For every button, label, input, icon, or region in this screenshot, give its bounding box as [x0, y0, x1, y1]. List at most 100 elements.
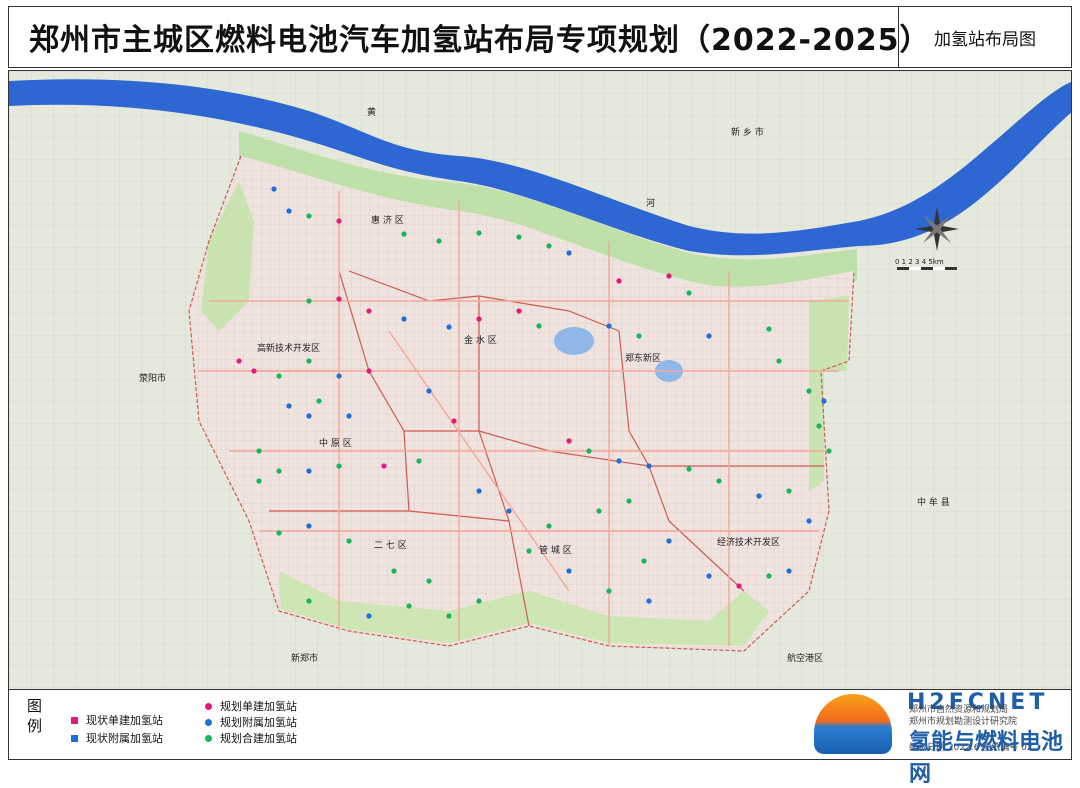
legend-label: 现状单建加氢站 [86, 714, 163, 727]
label-river-he: 河 [646, 197, 655, 209]
station-marker [476, 316, 482, 322]
station-marker [786, 568, 792, 574]
station-marker [636, 333, 642, 339]
legend-existing-standalone: 现状单建加氢站 [71, 712, 163, 728]
station-marker [626, 498, 632, 504]
legend-planned-standalone: 规划单建加氢站 [205, 698, 297, 714]
station-marker [306, 413, 312, 419]
station-marker [686, 466, 692, 472]
station-marker [286, 208, 292, 214]
station-marker [806, 518, 812, 524]
station-marker [366, 613, 372, 619]
label-jinshui: 金 水 区 [464, 334, 497, 346]
station-marker [416, 458, 422, 464]
pink-square-icon [71, 716, 78, 724]
station-marker [366, 308, 372, 314]
station-marker [426, 578, 432, 584]
station-marker [606, 588, 612, 594]
station-marker [306, 298, 312, 304]
station-marker [256, 448, 262, 454]
legend-label: 规划合建加氢站 [220, 732, 297, 745]
station-marker [826, 448, 832, 454]
station-marker [336, 296, 342, 302]
station-marker [306, 213, 312, 219]
map-canvas: 黄 河 新 乡 市 惠 济 区 金 水 区 郑东新区 高新技术开发区 荥阳市 中… [9, 71, 1071, 689]
legend-existing-attached: 现状附属加氢站 [71, 730, 163, 746]
station-marker [286, 403, 292, 409]
station-marker [616, 458, 622, 464]
station-marker [516, 234, 522, 240]
station-marker [401, 231, 407, 237]
station-marker [251, 368, 257, 374]
label-zhongyuan: 中 原 区 [319, 437, 352, 449]
legend-title: 图例 [27, 697, 43, 735]
legend-label: 规划附属加氢站 [220, 716, 297, 729]
label-gaoxin: 高新技术开发区 [257, 342, 320, 354]
station-marker [716, 478, 722, 484]
blue-dot-icon [205, 718, 212, 726]
station-marker [666, 538, 672, 544]
scale-label: 0 1 2 3 4 5km [895, 258, 944, 266]
station-marker [536, 323, 542, 329]
station-marker [476, 488, 482, 494]
label-jingkai: 经济技术开发区 [717, 536, 780, 548]
label-erqi: 二 七 区 [374, 540, 407, 551]
station-marker [686, 290, 692, 296]
watermark-logo-icon [814, 694, 892, 754]
label-xinxiang: 新 乡 市 [731, 126, 764, 138]
watermark-cn: 氢能与燃料电池网 [909, 730, 1064, 787]
station-marker [436, 238, 442, 244]
pink-dot-icon [205, 702, 212, 710]
station-marker [306, 358, 312, 364]
label-xinzheng: 新郑市 [291, 652, 318, 664]
station-marker [346, 413, 352, 419]
station-marker [776, 358, 782, 364]
station-marker [516, 308, 522, 314]
station-marker [646, 463, 652, 469]
station-marker [756, 493, 762, 499]
green-dot-icon [205, 734, 212, 742]
station-marker [641, 558, 647, 564]
map-subtitle: 加氢站布局图 [934, 30, 1036, 50]
legend-label: 规划单建加氢站 [220, 700, 297, 713]
station-marker [816, 423, 822, 429]
station-marker [476, 598, 482, 604]
title-bar: 郑州市主城区燃料电池汽车加氢站布局专项规划（2022-2025） 加氢站布局图 [8, 6, 1072, 68]
station-marker [391, 568, 397, 574]
station-marker [451, 418, 457, 424]
station-marker [336, 218, 342, 224]
blue-square-icon [71, 734, 78, 742]
station-marker [616, 278, 622, 284]
station-marker [646, 598, 652, 604]
station-marker [566, 438, 572, 444]
map-panel: 黄 河 新 乡 市 惠 济 区 金 水 区 郑东新区 高新技术开发区 荥阳市 中… [8, 70, 1072, 690]
station-marker [506, 508, 512, 514]
station-marker [766, 326, 772, 332]
station-marker [256, 478, 262, 484]
station-marker [236, 358, 242, 364]
label-hangkonggang: 航空港区 [787, 652, 823, 664]
station-marker [736, 583, 742, 589]
station-marker [706, 333, 712, 339]
station-marker [271, 186, 277, 192]
label-huiji: 惠 济 区 [371, 214, 404, 226]
station-marker [306, 523, 312, 529]
station-marker [666, 273, 672, 279]
station-marker [276, 530, 282, 536]
station-marker [806, 388, 812, 394]
station-marker [446, 324, 452, 330]
station-marker [706, 573, 712, 579]
legend-footer: 图例 现状单建加氢站 现状附属加氢站 规划单建加氢站 规划附属加氢站 规划合建加… [8, 690, 1072, 787]
station-marker [446, 613, 452, 619]
label-xingyang: 荥阳市 [139, 372, 166, 384]
subtitle-box: 加氢站布局图 [898, 7, 1071, 67]
station-marker [426, 388, 432, 394]
label-river-huang: 黄 [367, 106, 376, 118]
label-zhongmou: 中 牟 县 [917, 496, 950, 508]
station-marker [476, 230, 482, 236]
station-marker [766, 573, 772, 579]
station-marker [276, 373, 282, 379]
station-marker [401, 316, 407, 322]
station-marker [821, 398, 827, 404]
station-marker [566, 568, 572, 574]
